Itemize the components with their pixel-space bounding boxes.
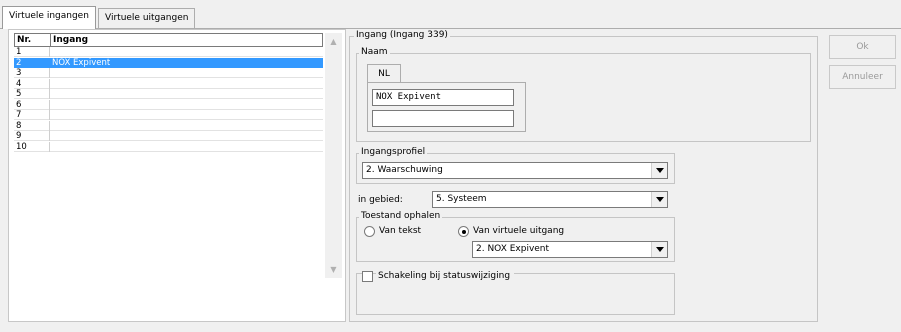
scroll-up-icon[interactable]: ▲	[325, 33, 342, 50]
table-row[interactable]: 7	[14, 110, 323, 120]
cell-nr: 7	[16, 110, 22, 120]
chevron-down-icon[interactable]	[651, 163, 667, 178]
scroll-down-icon[interactable]: ▼	[325, 261, 342, 278]
toestand-legend: Toestand ophalen	[359, 211, 443, 221]
gebied-label: in gebied:	[358, 195, 403, 205]
virtuele-uitgang-select[interactable]: 2. NOX Expivent	[472, 241, 668, 258]
name-field[interactable]: NOX Expivent	[372, 89, 514, 106]
table-row[interactable]: 1	[14, 47, 323, 57]
cell-nr: 10	[16, 141, 27, 152]
tab-virtuele-uitgangen[interactable]: Virtuele uitgangen	[98, 8, 196, 28]
ok-button[interactable]: Ok	[829, 35, 896, 59]
table-row[interactable]: 2 NOX Expivent	[14, 57, 323, 68]
cell-nr: 5	[16, 89, 22, 99]
list-scrollbar[interactable]: ▲ ▼	[325, 33, 342, 278]
gebied-select[interactable]: 5. Systeem	[432, 191, 668, 208]
radio-van-virtuele-uitgang-label[interactable]: Van virtuele uitgang	[473, 226, 564, 236]
cell-nr: 1	[16, 47, 22, 57]
radio-van-tekst[interactable]	[364, 226, 375, 237]
table-row[interactable]: 4	[14, 78, 323, 89]
language-tab-nl[interactable]: NL	[367, 64, 401, 83]
annuleer-button[interactable]: Annuleer	[829, 65, 896, 89]
chevron-down-icon[interactable]	[651, 242, 667, 257]
column-header-nr[interactable]: Nr.	[17, 35, 31, 45]
ingang-group-title: Ingang (Ingang 339)	[354, 30, 450, 40]
table-row[interactable]: 6	[14, 99, 323, 110]
table-row[interactable]: 5	[14, 89, 323, 99]
name-field-secondary[interactable]	[372, 110, 514, 127]
naam-legend: Naam	[359, 47, 390, 57]
inputs-table[interactable]: Nr. Ingang 1 2 NOX Expivent 3 4 5 6 7 8 9 10	[14, 33, 323, 278]
cell-ingang: NOX Expivent	[52, 57, 111, 68]
table-row[interactable]: 10	[14, 141, 323, 152]
tab-strip: Virtuele ingangen Virtuele uitgangen	[0, 0, 901, 30]
cell-nr: 4	[16, 78, 22, 89]
tab-virtuele-ingangen[interactable]: Virtuele ingangen	[2, 6, 96, 29]
table-row[interactable]: 3	[14, 68, 323, 78]
table-row[interactable]: 9	[14, 131, 323, 141]
column-header-ingang[interactable]: Ingang	[53, 35, 88, 45]
chevron-down-icon[interactable]	[651, 192, 667, 207]
schakeling-label[interactable]: Schakeling bij statuswijziging	[376, 271, 515, 281]
cell-nr: 2	[16, 57, 22, 68]
ingangsprofiel-select[interactable]: 2. Waarschuwing	[362, 162, 668, 179]
ingangsprofiel-legend: Ingangsprofiel	[359, 147, 428, 157]
cell-nr: 8	[16, 120, 22, 131]
cell-nr: 3	[16, 68, 22, 78]
cell-nr: 9	[16, 131, 22, 141]
radio-van-tekst-label[interactable]: Van tekst	[379, 226, 421, 236]
table-header: Nr. Ingang	[14, 33, 323, 47]
radio-van-virtuele-uitgang[interactable]	[458, 226, 469, 237]
cell-nr: 6	[16, 99, 22, 110]
table-row[interactable]: 8	[14, 120, 323, 131]
schakeling-checkbox[interactable]	[362, 271, 373, 282]
